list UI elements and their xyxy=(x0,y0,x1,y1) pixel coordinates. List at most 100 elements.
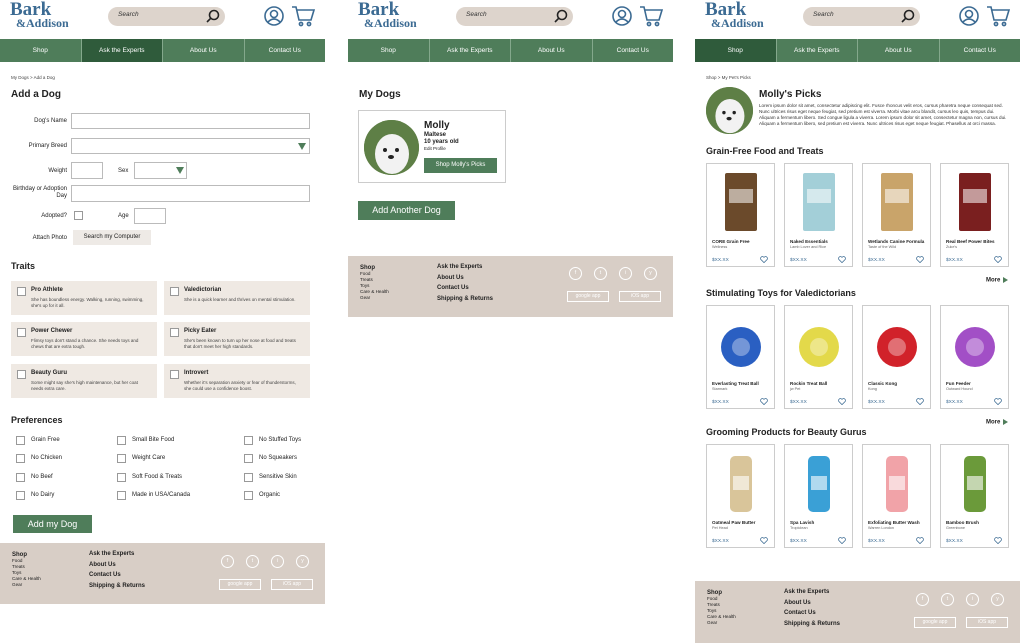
product-image[interactable] xyxy=(793,450,845,516)
instagram-icon[interactable]: i xyxy=(271,555,284,568)
footer-link[interactable]: Gear xyxy=(360,295,389,301)
footer-link[interactable]: Contact Us xyxy=(784,608,840,619)
footer-link[interactable]: About Us xyxy=(784,598,840,609)
pref-checkbox[interactable] xyxy=(244,436,253,445)
dog-name-field[interactable] xyxy=(71,113,310,129)
pref-checkbox[interactable] xyxy=(117,473,126,482)
google-app-button[interactable]: google app xyxy=(914,617,956,628)
nav-contact-us[interactable]: Contact Us xyxy=(593,39,674,62)
product-name[interactable]: Exfoliating Butter Wash xyxy=(868,520,920,525)
pref-checkbox[interactable] xyxy=(16,473,25,482)
product-card[interactable]: Naked Essentials Lamb Lover and Rice $XX.X… xyxy=(784,163,853,267)
pref-checkbox[interactable] xyxy=(117,491,126,500)
product-image[interactable] xyxy=(871,311,923,377)
product-image[interactable] xyxy=(793,169,845,235)
twitter-icon[interactable]: t xyxy=(941,593,954,606)
shop-picks-button[interactable]: Shop Molly's Picks xyxy=(424,158,497,173)
footer-link[interactable]: Gear xyxy=(707,620,736,626)
product-image[interactable] xyxy=(949,311,1001,377)
ios-app-button[interactable]: iOS app xyxy=(271,579,313,590)
nav-shop[interactable]: Shop xyxy=(348,39,430,62)
product-name[interactable]: Oatmeal Paw Butter xyxy=(712,520,755,525)
add-another-dog-button[interactable]: Add Another Dog xyxy=(358,201,455,220)
trait-checkbox[interactable] xyxy=(17,287,26,296)
add-my-dog-button[interactable]: Add my Dog xyxy=(13,515,92,533)
product-image[interactable] xyxy=(715,450,767,516)
heart-icon[interactable] xyxy=(838,256,846,263)
pref-checkbox[interactable] xyxy=(244,454,253,463)
nav-contact-us[interactable]: Contact Us xyxy=(940,39,1020,62)
dropdown-arrow-icon[interactable] xyxy=(298,143,306,150)
product-image[interactable] xyxy=(871,450,923,516)
search-input[interactable]: Search xyxy=(813,11,834,18)
product-image[interactable] xyxy=(793,311,845,377)
product-name[interactable]: Bamboo Brush xyxy=(946,520,979,525)
heart-icon[interactable] xyxy=(916,398,924,405)
product-name[interactable]: Everlasting Treat Ball xyxy=(712,381,759,386)
product-image[interactable] xyxy=(949,169,1001,235)
product-name[interactable]: Real Beef Power Bites xyxy=(946,239,995,244)
footer-link[interactable]: Shipping & Returns xyxy=(89,581,145,592)
product-card[interactable]: Bamboo Brush Greenbone $XX.XX xyxy=(940,444,1009,548)
search-icon[interactable] xyxy=(901,9,915,23)
product-card[interactable]: Real Beef Power Bites Zuke's $XX.XX xyxy=(940,163,1009,267)
product-card[interactable]: CORE Grain Free Wellness $XX.XX xyxy=(706,163,775,267)
footer-link[interactable]: Contact Us xyxy=(89,570,145,581)
nav-about-us[interactable]: About Us xyxy=(858,39,940,62)
heart-icon[interactable] xyxy=(994,256,1002,263)
pref-checkbox[interactable] xyxy=(16,454,25,463)
product-card[interactable]: Spa Lavish Tropiclean $XX.XX xyxy=(784,444,853,548)
product-name[interactable]: Wetlands Canine Formula xyxy=(868,239,924,244)
pref-checkbox[interactable] xyxy=(244,491,253,500)
dropdown-arrow-icon[interactable] xyxy=(176,167,184,174)
product-name[interactable]: Classic Kong xyxy=(868,381,897,386)
more-link[interactable]: More xyxy=(986,277,1009,284)
cart-icon[interactable] xyxy=(291,5,315,27)
account-icon[interactable] xyxy=(612,6,632,26)
youtube-icon[interactable]: y xyxy=(644,267,657,280)
adopted-checkbox[interactable] xyxy=(74,211,83,220)
account-icon[interactable] xyxy=(264,6,284,26)
arrow-right-icon[interactable] xyxy=(1003,277,1009,283)
twitter-icon[interactable]: t xyxy=(246,555,259,568)
arrow-right-icon[interactable] xyxy=(1003,419,1009,425)
footer-link[interactable]: Contact Us xyxy=(437,283,493,294)
pref-checkbox[interactable] xyxy=(16,491,25,500)
heart-icon[interactable] xyxy=(760,537,768,544)
product-card[interactable]: Fun Feeder Outward Hound $XX.XX xyxy=(940,305,1009,409)
footer-link[interactable]: Shipping & Returns xyxy=(784,619,840,630)
footer-link[interactable]: Ask the Experts xyxy=(784,587,840,598)
product-name[interactable]: CORE Grain Free xyxy=(712,239,750,244)
nav-shop[interactable]: Shop xyxy=(695,39,777,62)
product-card[interactable]: Exfoliating Butter Wash Warren London $XX.… xyxy=(862,444,931,548)
nav-ask-the-experts[interactable]: Ask the Experts xyxy=(430,39,511,62)
product-name[interactable]: Rockin Treat Ball xyxy=(790,381,827,386)
product-image[interactable] xyxy=(715,311,767,377)
trait-checkbox[interactable] xyxy=(170,370,179,379)
product-card[interactable]: Wetlands Canine Formula Taste of the Wild… xyxy=(862,163,931,267)
breadcrumb[interactable]: My Dogs > Add a Dog xyxy=(11,75,55,80)
nav-ask-the-experts[interactable]: Ask the Experts xyxy=(777,39,858,62)
search-computer-button[interactable]: Search my Computer xyxy=(73,230,151,245)
age-field[interactable] xyxy=(134,208,166,224)
trait-card[interactable]: Valedictorian She is a quick learner and … xyxy=(164,281,310,315)
trait-checkbox[interactable] xyxy=(170,328,179,337)
trait-card[interactable]: Picky Eater She's been known to turn up h… xyxy=(164,322,310,356)
product-card[interactable]: Rockin Treat Ball jw Pet $XX.XX xyxy=(784,305,853,409)
cart-icon[interactable] xyxy=(986,5,1010,27)
search-input[interactable]: Search xyxy=(118,11,139,18)
footer-link[interactable]: About Us xyxy=(89,560,145,571)
logo[interactable]: Bark &Addison xyxy=(705,0,764,29)
product-card[interactable]: Everlasting Treat Ball Starmark $XX.XX xyxy=(706,305,775,409)
nav-contact-us[interactable]: Contact Us xyxy=(245,39,326,62)
ios-app-button[interactable]: iOS app xyxy=(619,291,661,302)
footer-link[interactable]: Ask the Experts xyxy=(89,549,145,560)
facebook-icon[interactable]: f xyxy=(221,555,234,568)
search-icon[interactable] xyxy=(206,9,220,23)
heart-icon[interactable] xyxy=(760,398,768,405)
facebook-icon[interactable]: f xyxy=(916,593,929,606)
trait-card[interactable]: Power Chewer Flimsy toys don't stand a ch… xyxy=(11,322,157,356)
product-image[interactable] xyxy=(715,169,767,235)
nav-ask-the-experts[interactable]: Ask the Experts xyxy=(81,39,163,62)
search-bar[interactable]: Search xyxy=(456,7,573,26)
